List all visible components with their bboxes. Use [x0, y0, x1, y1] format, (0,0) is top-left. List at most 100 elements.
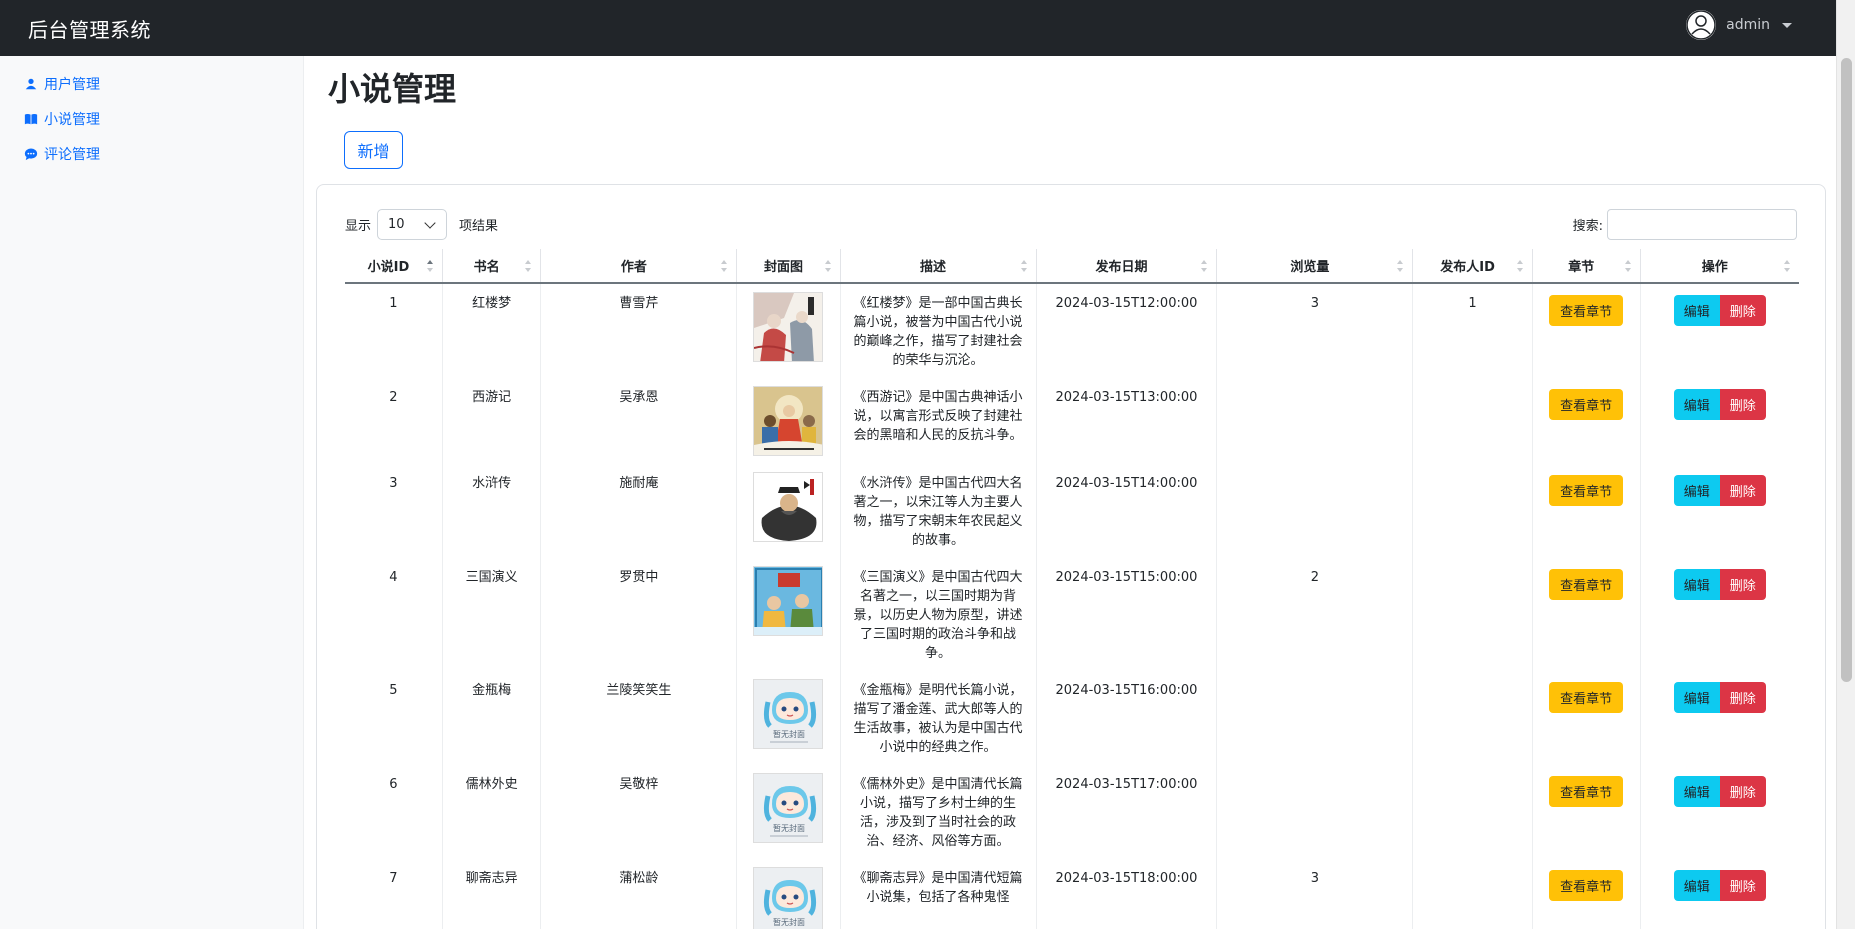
delete-button[interactable]: 删除: [1719, 295, 1766, 326]
sidebar: 用户管理 小说管理 评论管理: [0, 56, 304, 929]
cell-cover: [736, 378, 841, 464]
cell-description: 《聊斋志异》是中国清代短篇小说集，包括了各种鬼怪: [839, 859, 1037, 929]
cover-none-image[interactable]: 暂无封面: [753, 867, 824, 929]
cell-actions: 编辑 删除: [1639, 859, 1799, 929]
cover-none-image[interactable]: 暂无封面: [753, 773, 824, 843]
view-chapters-button[interactable]: 查看章节: [1549, 389, 1624, 420]
edit-button[interactable]: 编辑: [1673, 389, 1720, 420]
cell-description: 《金瓶梅》是明代长篇小说，描写了潘金莲、武大郎等人的生活故事，被认为是中国古代小…: [839, 671, 1037, 765]
table-row: 5 金瓶梅 兰陵笑笑生 暂无封面 《金瓶梅》是明代长篇小说，描写了潘金莲、武大郎等人的生…: [345, 671, 1799, 765]
page-length-value: 10: [388, 217, 405, 232]
cell-cover: 暂无封面: [736, 859, 841, 929]
cell-id: 5: [389, 683, 398, 698]
cell-name: 聊斋志异: [441, 859, 541, 929]
sort-icon: [721, 260, 728, 272]
delete-button[interactable]: 删除: [1719, 389, 1766, 420]
edit-button[interactable]: 编辑: [1673, 682, 1720, 713]
cell-publisher-id: [1412, 558, 1533, 671]
sidebar-item-label: 用户管理: [44, 77, 100, 93]
cell-author: 施耐庵: [540, 464, 737, 558]
cell-author: 吴承恩: [540, 378, 737, 464]
table-row: 3 水浒传 施耐庵 《水浒传》是中国古代四大名著之一，以宋江等人为主要人物，描写了宋朝…: [345, 464, 1799, 558]
page-length-select[interactable]: 10: [377, 209, 448, 240]
sidebar-item-label: 评论管理: [44, 147, 100, 163]
column-header-actions[interactable]: 操作: [1639, 249, 1799, 284]
cover-none-image[interactable]: 暂无封面: [753, 679, 824, 749]
column-header-publisher-id[interactable]: 发布人ID: [1412, 249, 1533, 284]
cell-views: [1216, 378, 1413, 464]
cell-cover: [736, 558, 841, 671]
cell-name: 西游记: [441, 378, 541, 464]
cell-date: 2024-03-15T17:00:00: [1035, 765, 1217, 859]
column-header-cover[interactable]: 封面图: [736, 249, 841, 284]
cell-actions: 编辑 删除: [1639, 283, 1799, 378]
view-chapters-button[interactable]: 查看章节: [1549, 776, 1624, 807]
sidebar-item-comments[interactable]: 评论管理: [24, 144, 100, 164]
view-chapters-button[interactable]: 查看章节: [1549, 569, 1624, 600]
cell-actions: 编辑 删除: [1639, 464, 1799, 558]
delete-button[interactable]: 删除: [1719, 475, 1766, 506]
sort-icon: [824, 260, 832, 272]
edit-button[interactable]: 编辑: [1673, 295, 1720, 326]
delete-button[interactable]: 删除: [1719, 870, 1766, 901]
search-input[interactable]: [1607, 209, 1797, 240]
view-chapters-button[interactable]: 查看章节: [1549, 295, 1624, 326]
sidebar-item-novels[interactable]: 小说管理: [24, 109, 100, 129]
svg-text:暂无封面: 暂无封面: [773, 823, 805, 833]
cell-cover: [736, 464, 841, 558]
cell-id: 2: [389, 390, 398, 405]
cell-actions: 编辑 删除: [1639, 671, 1799, 765]
page-title: 小说管理: [328, 70, 457, 108]
column-header-id[interactable]: 小说ID: [345, 249, 443, 284]
column-header-author[interactable]: 作者: [540, 249, 737, 284]
cover-sanguo-image[interactable]: [753, 566, 824, 636]
add-novel-button[interactable]: 新增: [344, 131, 403, 169]
chevron-down-icon: [424, 216, 436, 229]
scrollbar-thumb[interactable]: [1841, 58, 1852, 682]
cell-date: 2024-03-15T12:00:00: [1035, 283, 1217, 378]
cell-actions: 编辑 删除: [1639, 378, 1799, 464]
cell-publisher-id: [1412, 464, 1533, 558]
sidebar-item-label: 小说管理: [44, 112, 100, 128]
chevron-down-icon: [1782, 22, 1792, 28]
cell-description: 《儒林外史》是中国清代长篇小说，描写了乡村士绅的生活，涉及到了当时社会的政治、经…: [839, 765, 1037, 859]
view-chapters-button[interactable]: 查看章节: [1549, 475, 1624, 506]
cover-shuihuzhuan-image[interactable]: [753, 472, 824, 542]
delete-button[interactable]: 删除: [1719, 682, 1766, 713]
cell-date: 2024-03-15T13:00:00: [1035, 378, 1217, 464]
cell-views: [1216, 765, 1413, 859]
cell-actions: 编辑 删除: [1639, 765, 1799, 859]
delete-button[interactable]: 删除: [1719, 569, 1766, 600]
cell-cover: [736, 283, 841, 378]
edit-button[interactable]: 编辑: [1673, 475, 1720, 506]
cell-views: [1216, 464, 1413, 558]
column-header-chapters[interactable]: 章节: [1531, 249, 1641, 284]
cell-publisher-id: 1: [1412, 283, 1533, 378]
edit-button[interactable]: 编辑: [1673, 870, 1720, 901]
cell-views: 2: [1216, 558, 1413, 671]
sort-icon: [1020, 260, 1028, 272]
cell-chapters: 查看章节: [1531, 671, 1641, 765]
delete-button[interactable]: 删除: [1719, 776, 1766, 807]
cover-hongloumeng-image[interactable]: [753, 292, 824, 362]
column-header-description[interactable]: 描述: [839, 249, 1037, 284]
cell-date: 2024-03-15T14:00:00: [1035, 464, 1217, 558]
main-content: 小说管理 新增 显示 10 项结果 搜索: 小说ID 书名 作者 封面图 描述 …: [304, 56, 1836, 929]
cover-xiyouji-image[interactable]: [753, 386, 824, 456]
app-title[interactable]: 后台管理系统: [28, 14, 151, 43]
column-header-views[interactable]: 浏览量: [1216, 249, 1413, 284]
column-header-name[interactable]: 书名: [441, 249, 541, 284]
column-header-date[interactable]: 发布日期: [1035, 249, 1217, 284]
view-chapters-button[interactable]: 查看章节: [1549, 682, 1624, 713]
cell-id: 7: [389, 871, 398, 886]
page-scrollbar[interactable]: [1836, 0, 1855, 929]
cell-name: 金瓶梅: [441, 671, 541, 765]
view-chapters-button[interactable]: 查看章节: [1549, 870, 1624, 901]
edit-button[interactable]: 编辑: [1673, 569, 1720, 600]
book-icon: [24, 113, 38, 125]
cell-description: 《水浒传》是中国古代四大名著之一，以宋江等人为主要人物，描写了宋朝末年农民起义的…: [839, 464, 1037, 558]
cell-description: 《三国演义》是中国古代四大名著之一，以三国时期为背景，以历史人物为原型，讲述了三…: [839, 558, 1037, 671]
sidebar-item-users[interactable]: 用户管理: [24, 74, 100, 94]
user-menu[interactable]: admin: [1686, 10, 1792, 40]
edit-button[interactable]: 编辑: [1673, 776, 1720, 807]
